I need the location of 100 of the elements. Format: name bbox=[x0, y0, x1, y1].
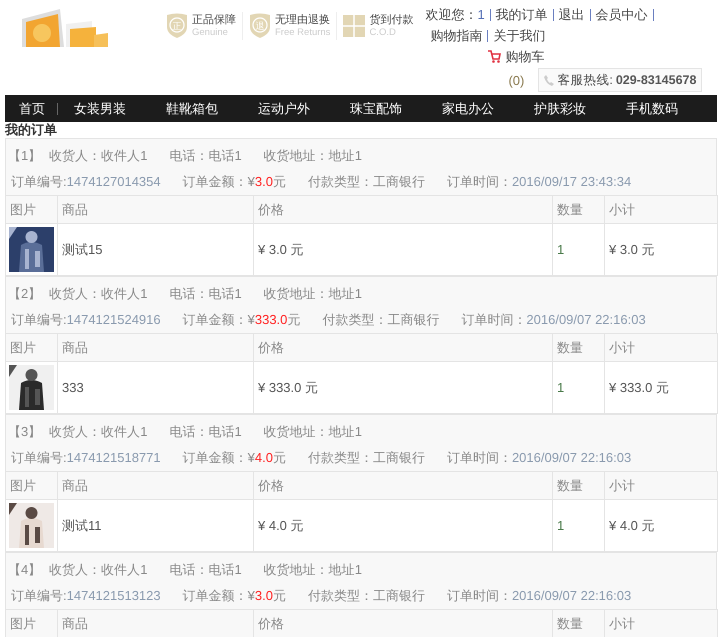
address-text: 收货地址：地址1 bbox=[264, 561, 362, 579]
badge-title: 无理由退换 bbox=[275, 14, 330, 27]
column-header: 数量 bbox=[552, 610, 604, 637]
column-header: 图片 bbox=[6, 610, 58, 637]
column-header: 图片 bbox=[6, 334, 58, 362]
quantity-cell: 1 bbox=[552, 362, 604, 414]
column-header: 价格 bbox=[254, 334, 552, 362]
nav-link[interactable]: 鞋靴箱包 bbox=[152, 100, 244, 118]
shield-icon: 正 bbox=[166, 13, 188, 39]
price-cell: ¥ 3.0 元 bbox=[254, 224, 552, 276]
quantity-cell: 1 bbox=[552, 224, 604, 276]
time-label: 订单时间： bbox=[461, 312, 526, 327]
time-label: 订单时间： bbox=[446, 450, 512, 465]
order-number: 1474121518771 bbox=[66, 450, 161, 465]
address-text: 收货地址：地址1 bbox=[264, 285, 362, 303]
page-title: 我的订单 bbox=[5, 122, 58, 138]
badge-title: 正品保障 bbox=[192, 14, 236, 27]
price-cell: ¥ 4.0 元 bbox=[254, 500, 552, 552]
order-time: 2016/09/17 23:43:34 bbox=[512, 174, 632, 189]
product-name: 测试15 bbox=[58, 224, 254, 276]
phone-text: 电话：电话1 bbox=[169, 147, 242, 165]
order-amount: 3.0 bbox=[254, 174, 273, 189]
nav-link[interactable]: 女装男装 bbox=[60, 100, 152, 118]
column-header: 图片 bbox=[6, 472, 58, 500]
column-header: 数量 bbox=[552, 472, 604, 500]
amount-label: 订单金额：¥ bbox=[182, 174, 255, 189]
order-time: 2016/09/07 22:16:03 bbox=[512, 588, 632, 603]
order-amount: 333.0 bbox=[254, 312, 288, 327]
order-number: 1474121513123 bbox=[66, 588, 161, 603]
product-name: 333 bbox=[58, 362, 254, 414]
amount-unit: 元 bbox=[272, 174, 286, 189]
header-link[interactable]: 购物指南 bbox=[430, 26, 482, 44]
phone-text: 电话：电话1 bbox=[169, 423, 242, 441]
nav-link[interactable]: 护肤彩妆 bbox=[520, 100, 612, 118]
time-label: 订单时间： bbox=[446, 588, 512, 603]
amount-unit: 元 bbox=[272, 450, 286, 465]
header-link[interactable]: 我的订单 bbox=[496, 6, 548, 24]
quantity-cell: 1 bbox=[552, 500, 604, 552]
column-header: 数量 bbox=[552, 196, 604, 224]
payment-text: 付款类型：工商银行 bbox=[322, 311, 440, 329]
subtotal-cell: ¥ 4.0 元 bbox=[604, 500, 718, 552]
column-header: 小计 bbox=[604, 196, 718, 224]
amount-label: 订单金额：¥ bbox=[182, 588, 255, 603]
payment-text: 付款类型：工商银行 bbox=[308, 449, 425, 467]
order-amount: 3.0 bbox=[254, 588, 273, 603]
column-header: 商品 bbox=[58, 472, 254, 500]
amount-label: 订单金额：¥ bbox=[182, 450, 255, 465]
badge-title: 货到付款 bbox=[369, 14, 414, 27]
nav-link[interactable]: 首页 bbox=[5, 100, 55, 118]
address-text: 收货地址：地址1 bbox=[264, 423, 362, 441]
header-link[interactable]: 会员中心 bbox=[596, 6, 648, 24]
nav-link[interactable]: 珠宝配饰 bbox=[336, 100, 428, 118]
address-text: 收货地址：地址1 bbox=[264, 147, 362, 165]
hotline-number: 029-83145678 bbox=[616, 73, 696, 87]
column-header: 商品 bbox=[58, 610, 254, 637]
shield-icon: 退 bbox=[249, 13, 271, 39]
column-header: 图片 bbox=[6, 196, 58, 224]
order-amount: 4.0 bbox=[254, 450, 273, 465]
column-header: 商品 bbox=[58, 196, 254, 224]
order-number-label: 订单编号: bbox=[11, 312, 67, 327]
amount-unit: 元 bbox=[287, 312, 300, 327]
payment-text: 付款类型：工商银行 bbox=[308, 173, 425, 191]
time-label: 订单时间： bbox=[446, 174, 512, 189]
phone-text: 电话：电话1 bbox=[169, 561, 242, 579]
order-index: 【4】 bbox=[8, 561, 42, 579]
cart-link[interactable]: 购物车 bbox=[488, 48, 544, 66]
column-header: 小计 bbox=[604, 334, 718, 362]
column-header: 商品 bbox=[58, 334, 254, 362]
nav-link[interactable]: 运动户外 bbox=[244, 100, 336, 118]
column-header: 价格 bbox=[254, 610, 552, 637]
nav-link[interactable]: 家电办公 bbox=[428, 100, 520, 118]
column-header: 数量 bbox=[552, 334, 604, 362]
subtotal-cell: ¥ 3.0 元 bbox=[604, 224, 718, 276]
payment-text: 付款类型：工商银行 bbox=[308, 587, 425, 605]
column-header: 价格 bbox=[254, 196, 552, 224]
welcome-text: 欢迎您： bbox=[425, 6, 478, 24]
order-index: 【3】 bbox=[8, 423, 42, 441]
header-link[interactable]: 退出 bbox=[558, 6, 585, 24]
receiver-text: 收货人：收件人1 bbox=[49, 147, 148, 165]
subtotal-cell: ¥ 333.0 元 bbox=[604, 362, 718, 414]
price-cell: ¥ 333.0 元 bbox=[254, 362, 552, 414]
user-link[interactable]: 1 bbox=[477, 7, 485, 22]
column-header: 价格 bbox=[254, 472, 552, 500]
order-number: 1474121524916 bbox=[66, 312, 161, 327]
header-link[interactable]: 关于我们 bbox=[493, 26, 546, 44]
column-header: 小计 bbox=[604, 472, 718, 500]
order-number-label: 订单编号: bbox=[11, 588, 67, 603]
receiver-text: 收货人：收件人1 bbox=[49, 423, 148, 441]
receiver-text: 收货人：收件人1 bbox=[49, 561, 148, 579]
order-index: 【2】 bbox=[8, 285, 42, 303]
order-index: 【1】 bbox=[8, 147, 42, 165]
nav-link[interactable]: 手机数码 bbox=[612, 100, 704, 118]
order-number-label: 订单编号: bbox=[11, 174, 67, 189]
hotline-label: 客服热线: bbox=[557, 72, 613, 88]
order-number-label: 订单编号: bbox=[11, 450, 67, 465]
cart-count: (0) bbox=[508, 72, 524, 88]
amount-label: 订单金额：¥ bbox=[182, 312, 255, 327]
phone-text: 电话：电话1 bbox=[169, 285, 242, 303]
receiver-text: 收货人：收件人1 bbox=[49, 285, 148, 303]
order-time: 2016/09/07 22:16:03 bbox=[512, 450, 632, 465]
